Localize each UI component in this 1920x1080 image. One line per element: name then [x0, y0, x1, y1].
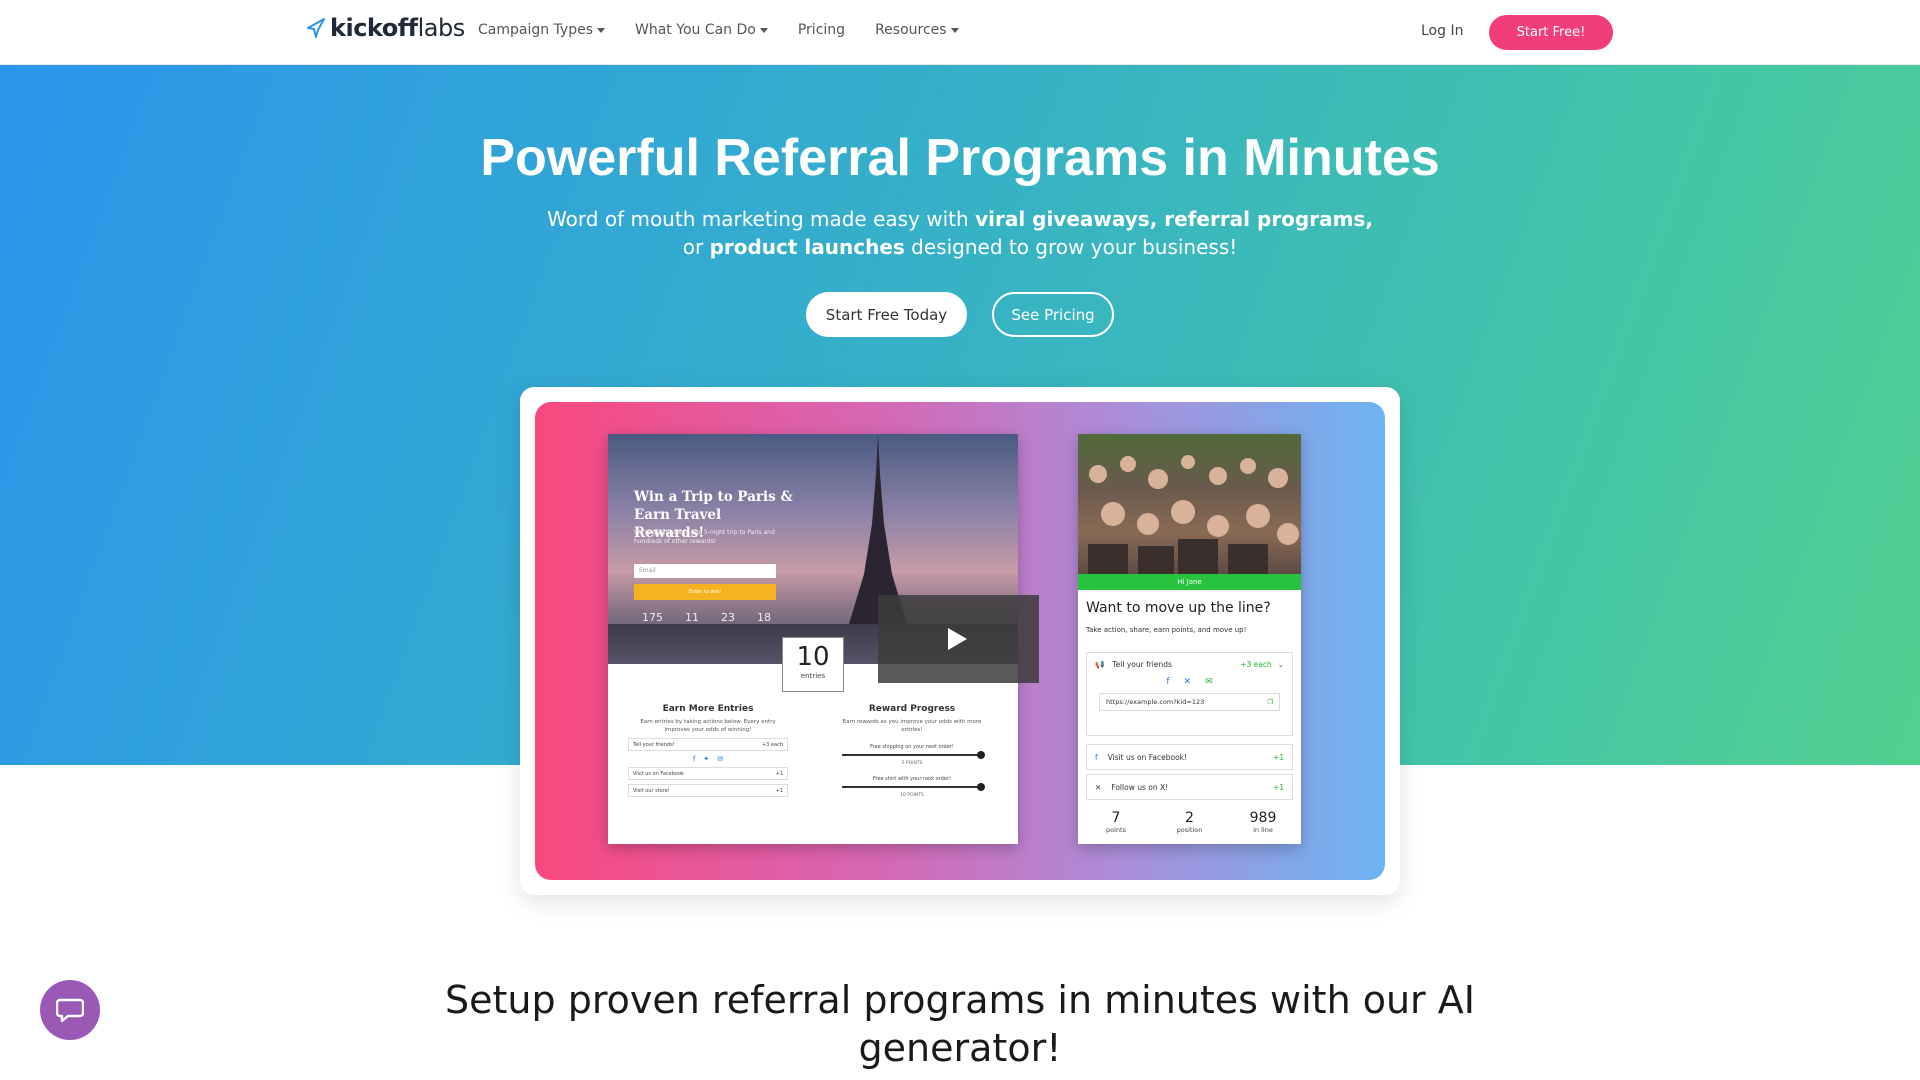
paper-plane-logo-icon — [307, 18, 325, 38]
play-icon[interactable] — [948, 628, 967, 650]
x-icon: ✕ — [1183, 677, 1192, 687]
waitlist-action-row: f Visit us on Facebook! +1 — [1086, 744, 1293, 770]
chevron-down-icon — [597, 28, 606, 33]
giveaway-email-input: Email — [634, 564, 776, 578]
see-pricing-button[interactable]: See Pricing — [992, 292, 1114, 337]
waitlist-title: Want to move up the line? — [1086, 600, 1271, 616]
chat-widget-button[interactable] — [40, 980, 100, 1040]
reward-slider: Free shirt with your next order! 10 POIN… — [832, 776, 992, 798]
referral-url-field: https://example.com?kid=123 ❐ — [1099, 693, 1280, 711]
nav-pricing[interactable]: Pricing — [798, 22, 845, 38]
reward-progress-column: Reward Progress Earn rewards as you impr… — [832, 704, 992, 798]
share-icons: f ✦ ✉ — [628, 755, 788, 763]
twitter-icon: ✦ — [703, 755, 710, 763]
entries-counter: 10 entries — [782, 637, 844, 692]
x-icon: ✕ — [1095, 782, 1102, 792]
crowd-illustration — [1088, 455, 1299, 574]
section-title: Setup proven referral programs in minute… — [445, 978, 1475, 1070]
nav-campaign-types[interactable]: Campaign Types — [478, 22, 606, 38]
greeting-bar: Hi Jane — [1078, 574, 1301, 590]
waitlist-action-row: ✕ Follow us on X! +1 — [1086, 774, 1293, 800]
showcase-gradient: Win a Trip to Paris & Earn Travel Reward… — [535, 402, 1385, 880]
facebook-icon: f — [1095, 752, 1098, 762]
brand-bold: kickoff — [330, 14, 418, 42]
kickofflabs-logo[interactable]: kickoff labs — [306, 14, 465, 42]
hero-subtitle: Word of mouth marketing made easy with v… — [547, 207, 1373, 259]
megaphone-icon: 📢 — [1095, 659, 1105, 669]
countdown: 175 11 23 18 — [642, 611, 771, 624]
email-icon: ✉ — [1205, 677, 1213, 687]
email-icon: ✉ — [717, 755, 724, 763]
earn-entries-column: Earn More Entries Earn entries by taking… — [628, 704, 788, 797]
facebook-icon: f — [1166, 677, 1170, 687]
share-box: 📢 Tell your friends +3 each ⌄ f ✕ ✉ http… — [1086, 652, 1293, 736]
copy-icon: ❐ — [1267, 698, 1273, 706]
stat-points: 7 points — [1106, 810, 1126, 834]
action-row: Visit our store! +1 — [628, 784, 788, 797]
login-link[interactable]: Log In — [1421, 23, 1463, 39]
crowd-image — [1078, 434, 1301, 574]
nav-links: Campaign Types What You Can Do Pricing R… — [478, 22, 959, 38]
nav-what-you-can-do[interactable]: What You Can Do — [635, 22, 768, 38]
waitlist-preview-card: Hi Jane Want to move up the line? Take a… — [1078, 434, 1301, 844]
start-free-button[interactable]: Start Free! — [1489, 15, 1613, 50]
start-free-today-button[interactable]: Start Free Today — [806, 292, 967, 337]
facebook-icon: f — [692, 755, 696, 763]
top-navigation: kickoff labs Campaign Types What You Can … — [0, 0, 1920, 65]
action-row: Tell your friends! +3 each — [628, 738, 788, 751]
chevron-down-icon — [950, 28, 959, 33]
giveaway-description: We're giving away one 5-night trip to Pa… — [634, 529, 775, 545]
chevron-down-icon: ⌄ — [1277, 659, 1284, 669]
share-icons: f ✕ ✉ — [1087, 677, 1292, 687]
waitlist-subtitle: Take action, share, earn points, and mov… — [1086, 626, 1247, 634]
reward-slider: Free shipping on your next order! 5 POIN… — [832, 744, 992, 766]
video-player[interactable] — [878, 595, 1039, 683]
stat-in-line: 989 in line — [1249, 810, 1277, 834]
nav-resources[interactable]: Resources — [875, 22, 959, 38]
hero-title: Powerful Referral Programs in Minutes — [480, 129, 1440, 187]
brand-light: labs — [417, 14, 466, 42]
chat-bubble-icon — [56, 998, 84, 1023]
product-showcase: Win a Trip to Paris & Earn Travel Reward… — [520, 387, 1400, 895]
giveaway-enter-button: Enter to win! — [634, 584, 776, 600]
stat-position: 2 position — [1176, 810, 1203, 834]
action-row: Visit us on Facebook +1 — [628, 767, 788, 780]
waitlist-stats: 7 points 2 position 989 in line — [1086, 810, 1293, 834]
chevron-down-icon — [759, 28, 768, 33]
